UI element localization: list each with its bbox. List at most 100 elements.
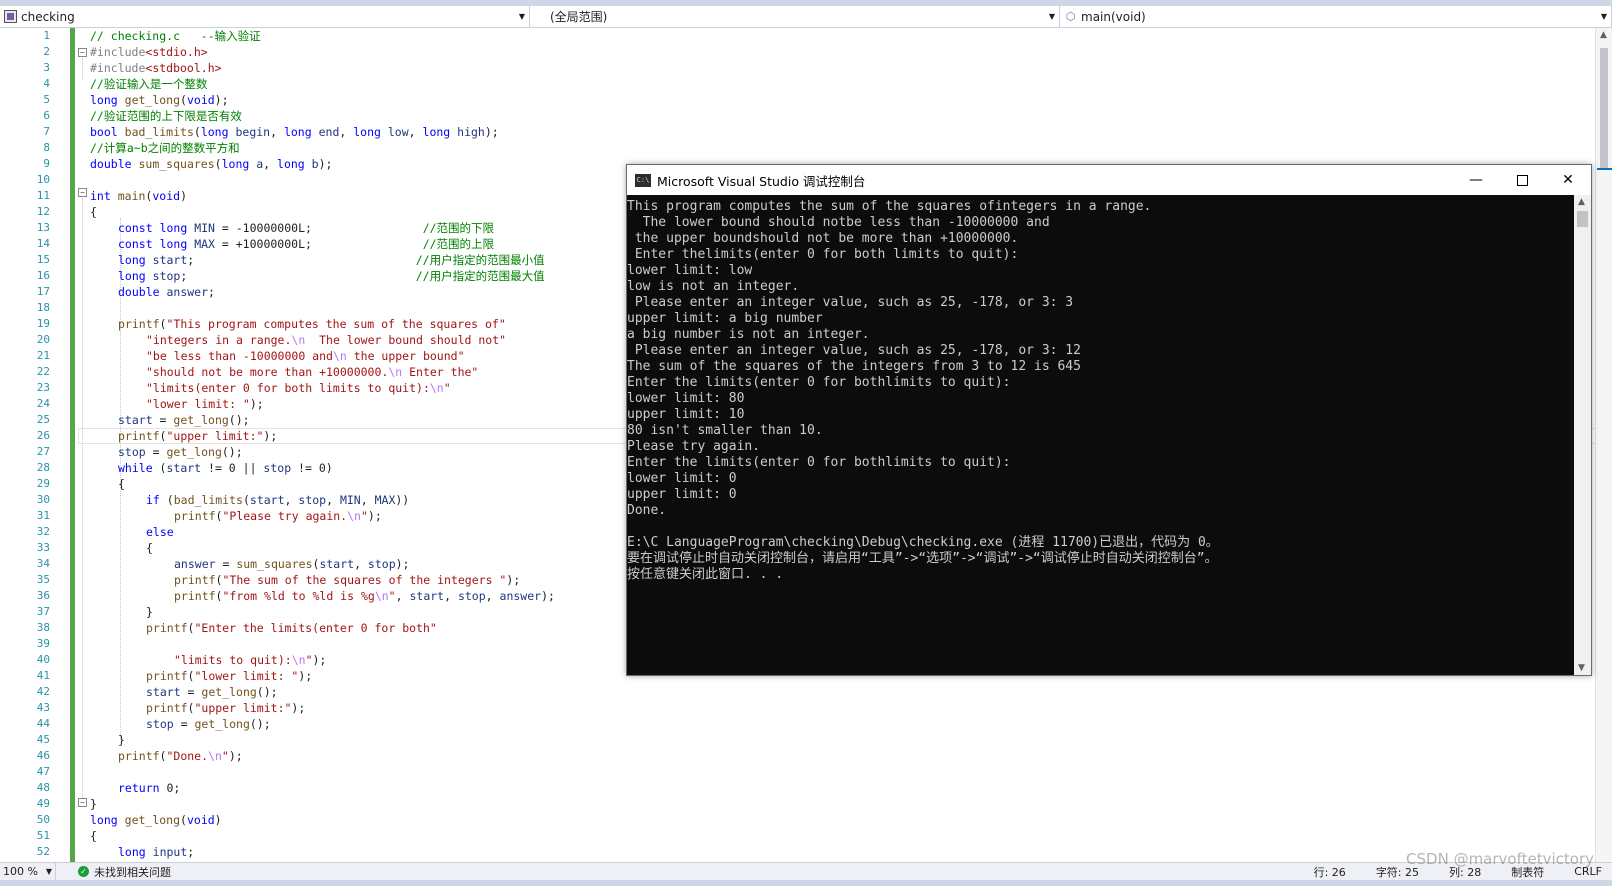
line-number: 15 (36, 253, 50, 266)
code-line: //验证范围的上下限是否有效 (90, 109, 242, 123)
code-line: { (118, 477, 125, 491)
code-line: #include<stdbool.h> (90, 61, 222, 75)
status-line[interactable]: 行: 26 (1314, 864, 1346, 880)
console-line: This program computes the sum of the squ… (627, 199, 1152, 214)
scrollbar-thumb[interactable] (1577, 211, 1588, 227)
code-line: if (bad_limits(start, stop, MIN, MAX)) (146, 493, 410, 507)
scroll-down-icon[interactable]: ▼ (1578, 663, 1585, 673)
code-line: //验证输入是一个整数 (90, 77, 208, 91)
code-line: long start; //用户指定的范围最小值 (118, 253, 545, 267)
line-number: 24 (36, 397, 50, 410)
console-line: low is not an integer. (627, 279, 800, 294)
console-output-text: This program computes the sum of the squ… (627, 199, 1572, 583)
fold-collapse-icon[interactable]: − (78, 48, 87, 57)
line-number: 46 (36, 749, 50, 762)
line-number: 10 (36, 173, 50, 186)
scroll-up-icon[interactable]: ▲ (1600, 30, 1607, 40)
code-line: { (90, 829, 97, 843)
line-number: 30 (36, 493, 50, 506)
console-title: Microsoft Visual Studio 调试控制台 (657, 173, 866, 189)
code-line: printf("upper limit:"); (118, 429, 278, 443)
line-number: 31 (36, 509, 50, 522)
project-icon (4, 10, 17, 23)
line-number: 47 (36, 765, 50, 778)
code-line: while (start != 0 || stop != 0) (118, 461, 333, 475)
scope-dropdown[interactable]: (全局范围) ▼ (530, 6, 1060, 27)
line-number: 19 (36, 317, 50, 330)
line-number: 34 (36, 557, 50, 570)
project-label: checking (21, 9, 75, 24)
close-button[interactable]: ✕ (1545, 165, 1591, 195)
line-number: 41 (36, 669, 50, 682)
fold-guide (82, 198, 83, 798)
fold-collapse-icon[interactable]: − (78, 798, 87, 807)
function-label: main(void) (1081, 9, 1146, 24)
code-line: return 0; (118, 781, 181, 795)
project-dropdown[interactable]: checking ▼ (0, 6, 530, 27)
editor-vertical-scrollbar[interactable]: ▲ (1595, 28, 1612, 862)
code-line: else (146, 525, 174, 539)
line-number: 4 (43, 77, 50, 90)
console-line: 要在调试停止时自动关闭控制台，请启用“工具”->“选项”->“调试”->“调试停… (627, 551, 1218, 566)
code-line: //计算a~b之间的整数平方和 (90, 141, 240, 155)
console-output-area[interactable]: This program computes the sum of the squ… (627, 195, 1591, 675)
caret-position-marker (1597, 168, 1612, 170)
line-number: 29 (36, 477, 50, 490)
chevron-down-icon: ▼ (45, 867, 52, 876)
fold-collapse-icon[interactable]: − (78, 188, 87, 197)
code-line: const long MIN = -10000000L; //范围的下限 (118, 221, 495, 235)
line-number: 40 (36, 653, 50, 666)
line-number: 38 (36, 621, 50, 634)
code-line: "should not be more than +10000000.\n En… (146, 365, 479, 379)
console-line: lower limit: low (627, 263, 753, 278)
console-line: a big number is not an integer. (627, 327, 870, 342)
code-line: printf("upper limit:"); (146, 701, 306, 715)
line-number: 18 (36, 301, 50, 314)
issues-indicator[interactable]: ✓ 未找到相关问题 (78, 864, 171, 880)
line-number: 43 (36, 701, 50, 714)
scroll-up-icon[interactable]: ▲ (1578, 197, 1585, 207)
line-number: 9 (43, 157, 50, 170)
console-line: E:\C LanguageProgram\checking\Debug\chec… (627, 535, 1219, 550)
console-line: Enter the limits(enter 0 for bothlimits … (627, 375, 1011, 390)
maximize-icon (1516, 174, 1528, 186)
console-vertical-scrollbar[interactable]: ▲ ▼ (1574, 195, 1591, 675)
code-line: // checking.c --输入验证 (90, 29, 261, 43)
line-number: 48 (36, 781, 50, 794)
code-line: const long MAX = +10000000L; //范围的上限 (118, 237, 495, 251)
minimize-button[interactable]: — (1453, 165, 1499, 195)
maximize-button[interactable] (1499, 165, 1545, 195)
line-number: 11 (36, 189, 50, 202)
minimize-icon: — (1469, 172, 1483, 188)
debug-console-window[interactable]: C:\ Microsoft Visual Studio 调试控制台 — ✕ Th… (626, 164, 1592, 676)
code-line: int main(void) (90, 189, 187, 203)
code-line: printf("Done.\n"); (118, 749, 243, 763)
code-line: printf("Please try again.\n"); (174, 509, 382, 523)
line-number: 32 (36, 525, 50, 538)
code-line: long get_long(void); (90, 93, 229, 107)
zoom-dropdown[interactable]: 100 % ▼ (0, 863, 56, 880)
line-number: 2 (43, 45, 50, 58)
code-line: printf("lower limit: "); (146, 669, 313, 683)
code-line: long get_long(void) (90, 813, 222, 827)
code-line: double sum_squares(long a, long b); (90, 157, 333, 171)
navigation-bar: checking ▼ (全局范围) ▼ ⬡ main(void) ▼ (0, 6, 1612, 28)
console-line: upper limit: 0 (627, 487, 737, 502)
console-title-bar[interactable]: C:\ Microsoft Visual Studio 调试控制台 — ✕ (627, 165, 1591, 195)
console-line: Please enter an integer value, such as 2… (627, 295, 1074, 310)
code-line: printf("Enter the limits(enter 0 for bot… (146, 621, 437, 635)
code-line: "limits(enter 0 for both limits to quit)… (146, 381, 451, 395)
console-line: upper limit: a big number (627, 311, 823, 326)
line-number: 35 (36, 573, 50, 586)
status-bar: 100 % ▼ ✓ 未找到相关问题 行: 26 字符: 25 列: 28 制表符… (0, 862, 1612, 880)
function-dropdown[interactable]: ⬡ main(void) ▼ (1060, 6, 1612, 27)
line-number: 8 (43, 141, 50, 154)
line-number: 36 (36, 589, 50, 602)
line-number: 45 (36, 733, 50, 746)
code-line: printf("from %ld to %ld is %g\n", start,… (174, 589, 555, 603)
code-line: start = get_long(); (118, 413, 250, 427)
console-line: The lower bound should notbe less than -… (627, 215, 1050, 230)
code-line: } (90, 797, 97, 811)
scrollbar-thumb[interactable] (1600, 48, 1608, 168)
